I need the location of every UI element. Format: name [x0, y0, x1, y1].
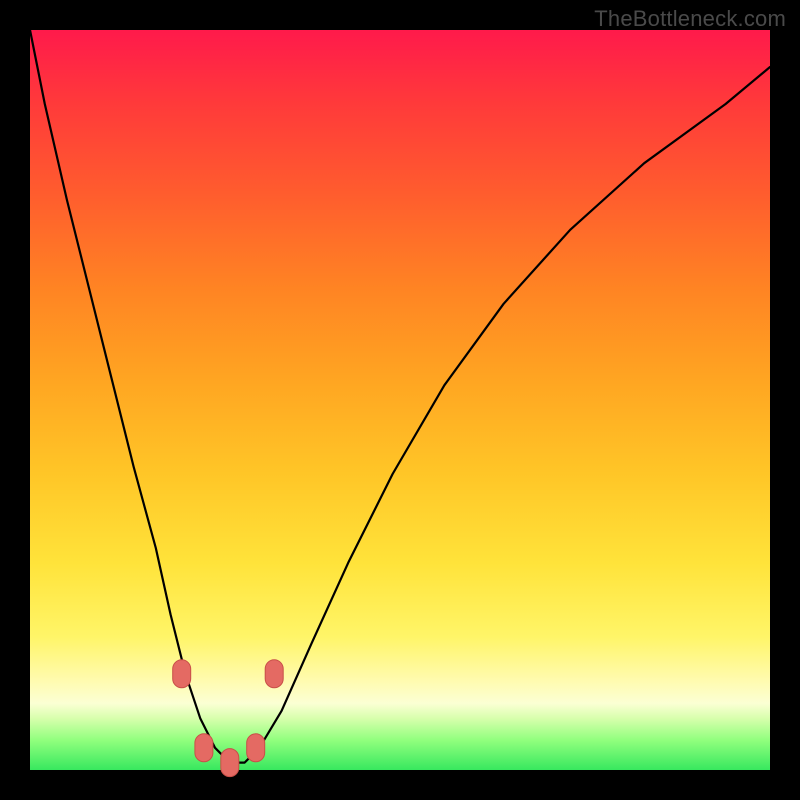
curve-layer: [30, 30, 770, 770]
curve-marker: [221, 749, 239, 777]
curve-marker: [247, 734, 265, 762]
curve-marker: [173, 660, 191, 688]
curve-markers: [173, 660, 284, 777]
bottleneck-curve: [30, 30, 770, 763]
chart-frame: TheBottleneck.com: [0, 0, 800, 800]
plot-area: [30, 30, 770, 770]
watermark-text: TheBottleneck.com: [594, 6, 786, 32]
curve-marker: [195, 734, 213, 762]
curve-marker: [265, 660, 283, 688]
